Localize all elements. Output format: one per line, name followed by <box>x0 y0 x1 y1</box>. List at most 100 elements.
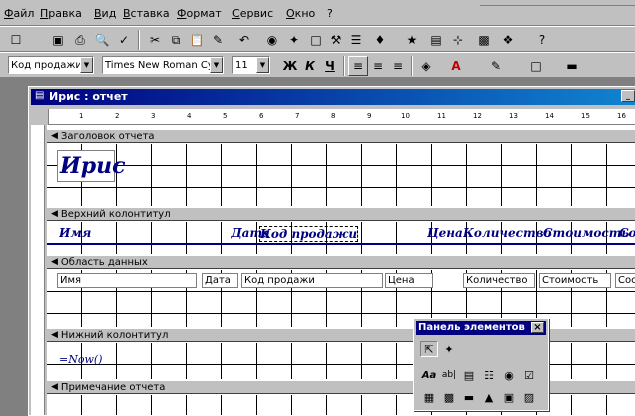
menu-format[interactable]: Формат <box>177 7 222 20</box>
copy-icon[interactable]: ⧉ <box>166 30 186 50</box>
arrow-icon: ◀ <box>51 330 58 340</box>
format-painter-icon[interactable]: ✎ <box>208 30 228 50</box>
ruler-tick: 9 <box>367 112 372 120</box>
control-wizards-icon[interactable]: ✦ <box>440 341 458 357</box>
section-report-header[interactable]: ◀ Заголовок отчета <box>47 129 635 143</box>
field-date[interactable]: Дата <box>202 273 238 288</box>
chevron-down-icon[interactable]: ▼ <box>80 57 93 73</box>
fill-color-icon[interactable]: ◈ <box>416 56 436 76</box>
field-list-icon[interactable]: ◉ <box>262 30 282 50</box>
italic-button[interactable]: К <box>300 56 320 76</box>
spelling-icon[interactable]: ✓ <box>114 30 134 50</box>
field-cost[interactable]: Стоимость <box>539 273 611 288</box>
field-composition[interactable]: Сост <box>615 273 635 288</box>
list-box-tool-icon[interactable]: ▩ <box>440 389 458 405</box>
unbound-frame-tool-icon[interactable]: ▣ <box>500 389 518 405</box>
field-name[interactable]: Имя <box>57 273 197 288</box>
toolbox-icon[interactable]: ⚒ <box>326 30 346 50</box>
page-header-area[interactable]: Имя Дата Код продажи Цена Количество Сто… <box>47 222 635 254</box>
minimize-button[interactable]: _ <box>621 90 635 102</box>
header-label-composition[interactable]: Сос <box>619 226 635 240</box>
border-width-icon[interactable]: □ <box>526 56 546 76</box>
field-quantity[interactable]: Количество <box>463 273 535 288</box>
toolbox-palette: Панель элементов × ⇱ ✦ Aa ab| ▤ ☷ ◉ ☑ ▦ … <box>413 318 549 411</box>
database-window-icon[interactable]: ▩ <box>474 30 494 50</box>
build-icon[interactable]: ★ <box>402 30 422 50</box>
header-label-cost[interactable]: Стоимость <box>543 226 629 240</box>
field-price[interactable]: Цена <box>385 273 433 288</box>
close-button[interactable]: × <box>531 322 544 333</box>
textbox-tool-icon[interactable]: ab| <box>440 367 458 383</box>
bound-frame-tool-icon[interactable]: ▨ <box>520 389 538 405</box>
menu-window[interactable]: Окно <box>286 7 315 20</box>
cut-icon[interactable]: ✂ <box>145 30 165 50</box>
header-label-name[interactable]: Имя <box>59 226 91 240</box>
header-label-quantity[interactable]: Количество <box>463 226 552 240</box>
vertical-ruler <box>31 125 45 415</box>
underline-button[interactable]: Ч <box>320 56 340 76</box>
chevron-down-icon[interactable]: ▼ <box>256 57 269 73</box>
properties-icon[interactable]: ▤ <box>426 30 446 50</box>
command-button-tool-icon[interactable]: ▬ <box>460 389 478 405</box>
footer-now-field[interactable]: =Now() <box>59 353 102 366</box>
checkbox-tool-icon[interactable]: ☑ <box>520 367 538 383</box>
section-label: Область данных <box>60 256 148 268</box>
header-label-sale-code[interactable]: Код продажи <box>259 226 359 242</box>
control-select[interactable]: Код продажи I ▼ <box>8 56 94 74</box>
sorting-icon[interactable]: ✦ <box>284 30 304 50</box>
paste-icon[interactable]: 📋 <box>187 30 207 50</box>
new-object-icon[interactable]: ❖ <box>498 30 518 50</box>
image-tool-icon[interactable]: ▲ <box>480 389 498 405</box>
line-color-icon[interactable]: ✎ <box>486 56 506 76</box>
formatting-toolbar: Код продажи I ▼ Times New Roman Cyr ▼ 11… <box>0 52 635 78</box>
special-effect-icon[interactable]: ▬ <box>562 56 582 76</box>
menu-view[interactable]: Вид <box>94 7 116 20</box>
toolbox-titlebar[interactable]: Панель элементов × <box>416 321 546 335</box>
toggle-button-tool-icon[interactable]: ☷ <box>480 367 498 383</box>
ruler-corner <box>31 109 49 125</box>
help-icon[interactable]: ? <box>532 30 552 50</box>
builder-icon[interactable]: ⊹ <box>448 30 468 50</box>
report-icon: ▤ <box>35 90 45 101</box>
option-button-tool-icon[interactable]: ◉ <box>500 367 518 383</box>
report-title-label[interactable]: Ирис <box>57 150 126 182</box>
combo-box-tool-icon[interactable]: ▦ <box>420 389 438 405</box>
label-tool-icon[interactable]: Aa <box>420 367 438 383</box>
font-size-select[interactable]: 11 ▼ <box>232 56 270 74</box>
option-group-tool-icon[interactable]: ▤ <box>460 367 478 383</box>
menu-tools[interactable]: Сервис <box>232 7 273 20</box>
menu-file[interactable]: Файл <box>4 7 34 20</box>
report-header-area[interactable]: Ирис <box>47 144 635 206</box>
autoformat-icon[interactable]: ☰ <box>346 30 366 50</box>
code-icon[interactable]: ♦ <box>370 30 390 50</box>
save-icon[interactable]: ▣ <box>48 30 68 50</box>
field-sale-code[interactable]: Код продажи <box>241 273 383 288</box>
view-icon[interactable]: ☐ <box>6 30 26 50</box>
header-label-price[interactable]: Цена <box>427 226 463 240</box>
menu-edit[interactable]: Правка <box>40 7 82 20</box>
align-center-icon[interactable]: ≡ <box>368 56 388 76</box>
field-icon[interactable]: □ <box>306 30 326 50</box>
align-right-icon[interactable]: ≡ <box>388 56 408 76</box>
section-label: Нижний колонтитул <box>60 329 169 341</box>
font-select[interactable]: Times New Roman Cyr ▼ <box>102 56 224 74</box>
align-left-icon[interactable]: ≡ <box>348 56 368 76</box>
select-objects-icon[interactable]: ⇱ <box>420 341 438 357</box>
preview-icon[interactable]: 🔍 <box>92 30 112 50</box>
section-detail[interactable]: ◀ Область данных <box>47 255 635 269</box>
bold-button[interactable]: Ж <box>280 56 300 76</box>
arrow-icon: ◀ <box>51 131 58 141</box>
section-label: Примечание отчета <box>60 381 166 393</box>
undo-icon[interactable]: ↶ <box>234 30 254 50</box>
ruler-tick: 2 <box>115 112 120 120</box>
arrow-icon: ◀ <box>51 382 58 392</box>
chevron-down-icon[interactable]: ▼ <box>210 57 223 73</box>
ruler-tick: 10 <box>401 112 410 120</box>
menu-insert[interactable]: Вставка <box>123 7 170 20</box>
menu-help[interactable]: ? <box>327 7 333 20</box>
section-page-header[interactable]: ◀ Верхний колонтитул <box>47 207 635 221</box>
section-label: Верхний колонтитул <box>60 208 171 220</box>
print-icon[interactable]: ⎙ <box>70 30 90 50</box>
window-titlebar[interactable]: ▤ Ирис : отчет _ <box>31 89 635 105</box>
font-color-icon[interactable]: A <box>446 56 466 76</box>
